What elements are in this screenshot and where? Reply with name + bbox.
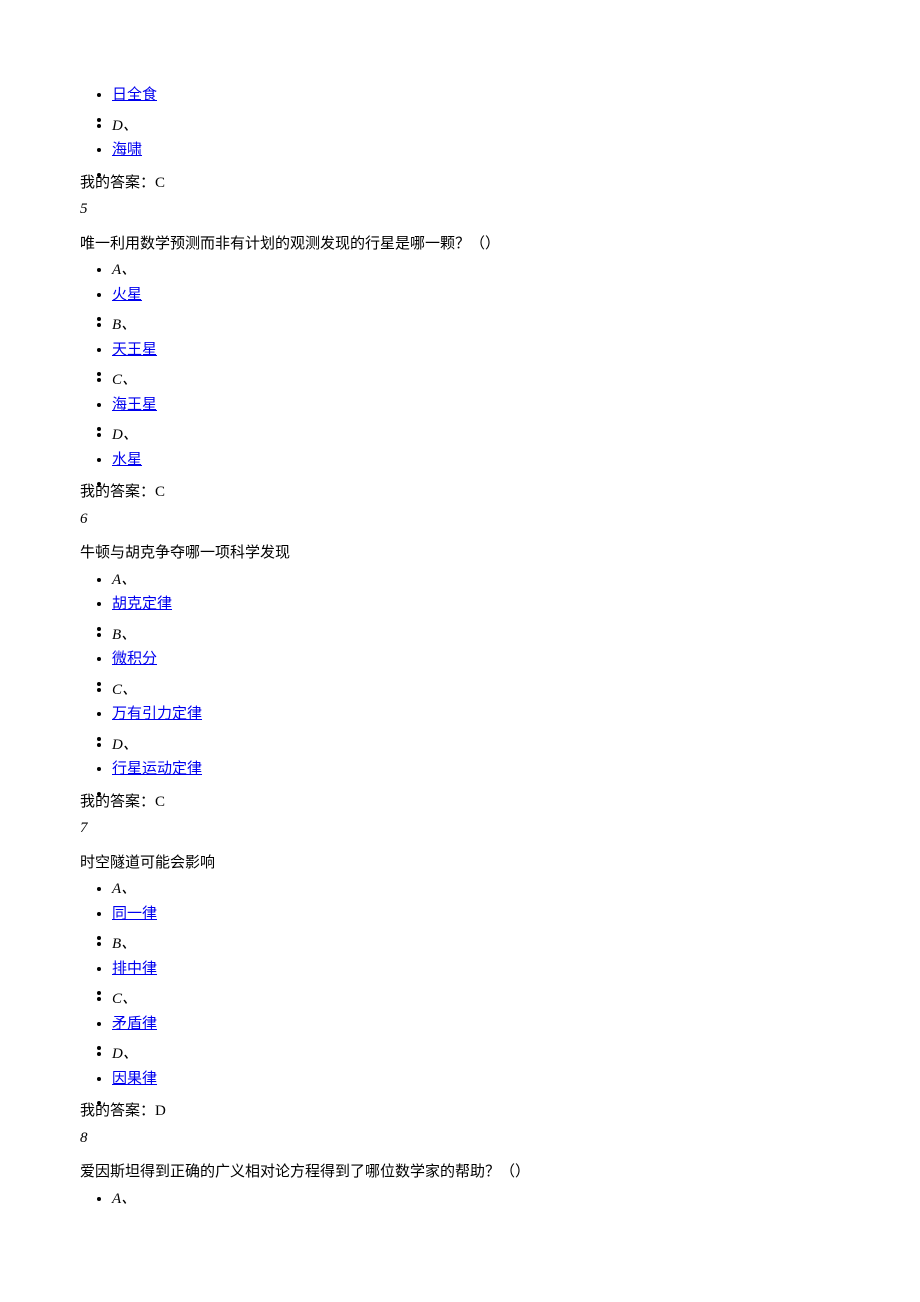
option-link-d[interactable]: 海啸 bbox=[112, 142, 142, 158]
q6-options-list: A、 胡克定律 B、 微积分 C、 万有引力定律 D、 行星运动定律 bbox=[80, 569, 840, 787]
blank-item bbox=[112, 473, 840, 477]
blank-item bbox=[112, 927, 840, 931]
option-item: 火星 bbox=[112, 284, 840, 307]
option-item: 行星运动定律 bbox=[112, 758, 840, 781]
option-letter-b: B、 bbox=[112, 933, 840, 956]
option-link-d[interactable]: 因果律 bbox=[112, 1071, 157, 1087]
option-link-a[interactable]: 同一律 bbox=[112, 906, 157, 922]
blank-item bbox=[112, 1092, 840, 1096]
option-letter-a: A、 bbox=[112, 878, 840, 901]
blank-item bbox=[112, 109, 840, 113]
blank-item bbox=[112, 673, 840, 677]
option-letter-b: B、 bbox=[112, 624, 840, 647]
option-link-b[interactable]: 天王星 bbox=[112, 342, 157, 358]
top-options-list: 日全食 D、 海啸 bbox=[80, 84, 840, 168]
option-link-a[interactable]: 胡克定律 bbox=[112, 596, 172, 612]
blank-item bbox=[112, 618, 840, 622]
option-item: 天王星 bbox=[112, 339, 840, 362]
q5-options-list: A、 火星 B、 天王星 C、 海王星 D、 水星 bbox=[80, 259, 840, 477]
option-item: 海啸 bbox=[112, 139, 840, 162]
my-answer: 我的答案：C bbox=[80, 481, 840, 504]
question-number: 8 bbox=[80, 1127, 840, 1150]
option-link-c[interactable]: 万有引力定律 bbox=[112, 706, 202, 722]
blank-item bbox=[112, 728, 840, 732]
option-link-a[interactable]: 火星 bbox=[112, 287, 142, 303]
option-letter-d: D、 bbox=[112, 115, 840, 138]
my-answer: 我的答案：C bbox=[80, 791, 840, 814]
option-link-c[interactable]: 矛盾律 bbox=[112, 1016, 157, 1032]
option-letter-a: A、 bbox=[112, 259, 840, 282]
option-item: 因果律 bbox=[112, 1068, 840, 1091]
blank-item bbox=[112, 363, 840, 367]
question-text: 牛顿与胡克争夺哪一项科学发现 bbox=[80, 542, 840, 565]
blank-item bbox=[112, 418, 840, 422]
option-letter-d: D、 bbox=[112, 734, 840, 757]
option-link-b[interactable]: 排中律 bbox=[112, 961, 157, 977]
my-answer: 我的答案：C bbox=[80, 172, 840, 195]
option-link-d[interactable]: 行星运动定律 bbox=[112, 761, 202, 777]
option-item: 排中律 bbox=[112, 958, 840, 981]
question-number: 7 bbox=[80, 817, 840, 840]
option-item: 同一律 bbox=[112, 903, 840, 926]
option-letter-c: C、 bbox=[112, 369, 840, 392]
option-item: 微积分 bbox=[112, 648, 840, 671]
option-letter-c: C、 bbox=[112, 679, 840, 702]
option-item: 海王星 bbox=[112, 394, 840, 417]
question-number: 6 bbox=[80, 508, 840, 531]
option-letter-d: D、 bbox=[112, 424, 840, 447]
question-number: 5 bbox=[80, 198, 840, 221]
option-item: 矛盾律 bbox=[112, 1013, 840, 1036]
option-link-c[interactable]: 海王星 bbox=[112, 397, 157, 413]
blank-item bbox=[112, 783, 840, 787]
question-text: 时空隧道可能会影响 bbox=[80, 852, 840, 875]
option-letter-c: C、 bbox=[112, 988, 840, 1011]
option-item: 万有引力定律 bbox=[112, 703, 840, 726]
q7-options-list: A、 同一律 B、 排中律 C、 矛盾律 D、 因果律 bbox=[80, 878, 840, 1096]
question-text: 爱因斯坦得到正确的广义相对论方程得到了哪位数学家的帮助？（） bbox=[80, 1161, 840, 1184]
q8-options-list: A、 bbox=[80, 1188, 840, 1211]
option-link-b[interactable]: 微积分 bbox=[112, 651, 157, 667]
question-text: 唯一利用数学预测而非有计划的观测发现的行星是哪一颗？（） bbox=[80, 233, 840, 256]
blank-item bbox=[112, 1037, 840, 1041]
option-letter-b: B、 bbox=[112, 314, 840, 337]
my-answer: 我的答案：D bbox=[80, 1100, 840, 1123]
blank-item bbox=[112, 982, 840, 986]
option-link-c[interactable]: 日全食 bbox=[112, 87, 157, 103]
blank-item bbox=[112, 164, 840, 168]
blank-item bbox=[112, 308, 840, 312]
option-item: 水星 bbox=[112, 449, 840, 472]
option-item: 胡克定律 bbox=[112, 593, 840, 616]
option-item: 日全食 bbox=[112, 84, 840, 107]
option-letter-a: A、 bbox=[112, 569, 840, 592]
option-link-d[interactable]: 水星 bbox=[112, 452, 142, 468]
option-letter-a: A、 bbox=[112, 1188, 840, 1211]
option-letter-d: D、 bbox=[112, 1043, 840, 1066]
